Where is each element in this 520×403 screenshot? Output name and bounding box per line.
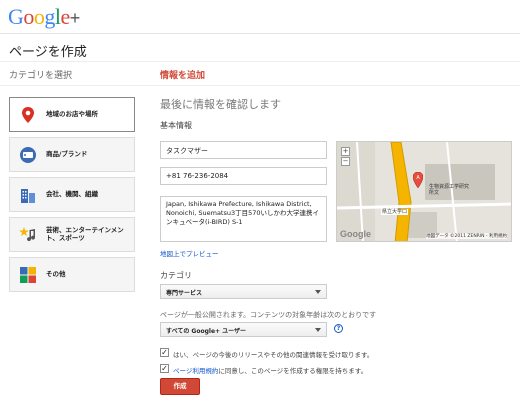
category-arts-entertainment[interactable]: 芸術、エンターテインメント、スポーツ bbox=[9, 217, 135, 252]
category-label: 地域のお店や場所 bbox=[46, 110, 98, 118]
audience-select-value: すべての Google+ ユーザー bbox=[166, 328, 247, 335]
confirm-title: 最後に情報を確認します bbox=[160, 98, 281, 111]
preview-on-map-link[interactable]: 地図上でプレビュー bbox=[160, 248, 219, 258]
category-company[interactable]: 会社、機関、組織 bbox=[9, 177, 135, 212]
terms-text: に同意し、このページを作成する権限を持ちます。 bbox=[218, 367, 368, 375]
zoom-in-button[interactable]: + bbox=[341, 147, 350, 156]
category-label: 商品/ブランド bbox=[46, 150, 88, 158]
step-bar: カテゴリを選択 情報を追加 bbox=[0, 61, 520, 86]
audience-select[interactable]: すべての Google+ ユーザー bbox=[160, 322, 327, 337]
basic-info-label: 基本情報 bbox=[160, 121, 192, 130]
map-google-logo: Google bbox=[340, 229, 371, 239]
tag-icon bbox=[20, 147, 36, 163]
category-label: 会社、機関、組織 bbox=[46, 190, 98, 198]
map-attribution[interactable]: 地図データ ©2011 ZENRIN - 利用規約 bbox=[426, 233, 507, 239]
logo-g: G bbox=[8, 4, 24, 29]
building-icon bbox=[21, 189, 35, 203]
map-preview[interactable]: + − A 生物資源工学研究所文 県立大学口 Google 地図データ ©201… bbox=[336, 141, 512, 242]
map-canvas bbox=[337, 142, 511, 241]
squares-icon bbox=[20, 267, 36, 283]
star-music-icon bbox=[19, 227, 36, 242]
category-list: 地域のお店や場所 商品/ブランド 会社、機関、組織 芸術、エンターテインメント、… bbox=[9, 97, 135, 297]
category-label-heading: カテゴリ bbox=[160, 271, 192, 280]
terms-link[interactable]: ページ利用規約 bbox=[173, 367, 218, 375]
header: Google+ bbox=[0, 0, 520, 34]
category-select[interactable]: 専門サービス bbox=[160, 284, 327, 299]
map-marker-icon[interactable]: A bbox=[413, 172, 423, 188]
step-add-info: 情報を追加 bbox=[160, 71, 206, 81]
category-local-business[interactable]: 地域のお店や場所 bbox=[9, 97, 135, 132]
updates-checkbox[interactable]: ✓ bbox=[160, 348, 169, 357]
logo-plus: + bbox=[69, 8, 81, 28]
map-pin-icon bbox=[22, 107, 34, 123]
audience-note: ページが一般公開されます。コンテンツの対象年齢は次のとおりです bbox=[160, 311, 377, 319]
category-select-value: 専門サービス bbox=[166, 290, 203, 297]
map-label-university: 生物資源工学研究所文 bbox=[429, 184, 470, 196]
chevron-down-icon bbox=[315, 290, 321, 294]
category-product-brand[interactable]: 商品/ブランド bbox=[9, 137, 135, 172]
info-form: 最後に情報を確認します 基本情報 bbox=[160, 96, 515, 130]
phone-field[interactable]: +81 76-236-2084 bbox=[160, 167, 327, 185]
terms-checkbox[interactable]: ✓ bbox=[160, 364, 169, 373]
help-icon[interactable]: ? bbox=[334, 324, 343, 333]
map-label-station: 県立大学口 bbox=[381, 209, 409, 215]
step-select-category: カテゴリを選択 bbox=[9, 71, 73, 81]
zoom-out-button[interactable]: − bbox=[341, 157, 350, 166]
address-field[interactable]: Japan, Ishikawa Prefecture, Ishikawa Dis… bbox=[160, 196, 327, 242]
create-button[interactable]: 作成 bbox=[160, 378, 200, 395]
google-plus-logo[interactable]: Google+ bbox=[8, 4, 80, 30]
chevron-down-icon bbox=[315, 328, 321, 332]
category-label: その他 bbox=[46, 270, 66, 278]
name-field[interactable]: タスクマザー bbox=[160, 141, 327, 159]
category-label: 芸術、エンターテインメント、スポーツ bbox=[46, 226, 124, 242]
page-title: ページを作成 bbox=[9, 45, 87, 60]
terms-checkbox-label: ページ利用規約に同意し、このページを作成する権限を持ちます。 bbox=[173, 365, 367, 375]
category-other[interactable]: その他 bbox=[9, 257, 135, 292]
updates-checkbox-label: はい、ページの今後のリリースやその他の関連情報を受け取ります。 bbox=[173, 351, 374, 359]
